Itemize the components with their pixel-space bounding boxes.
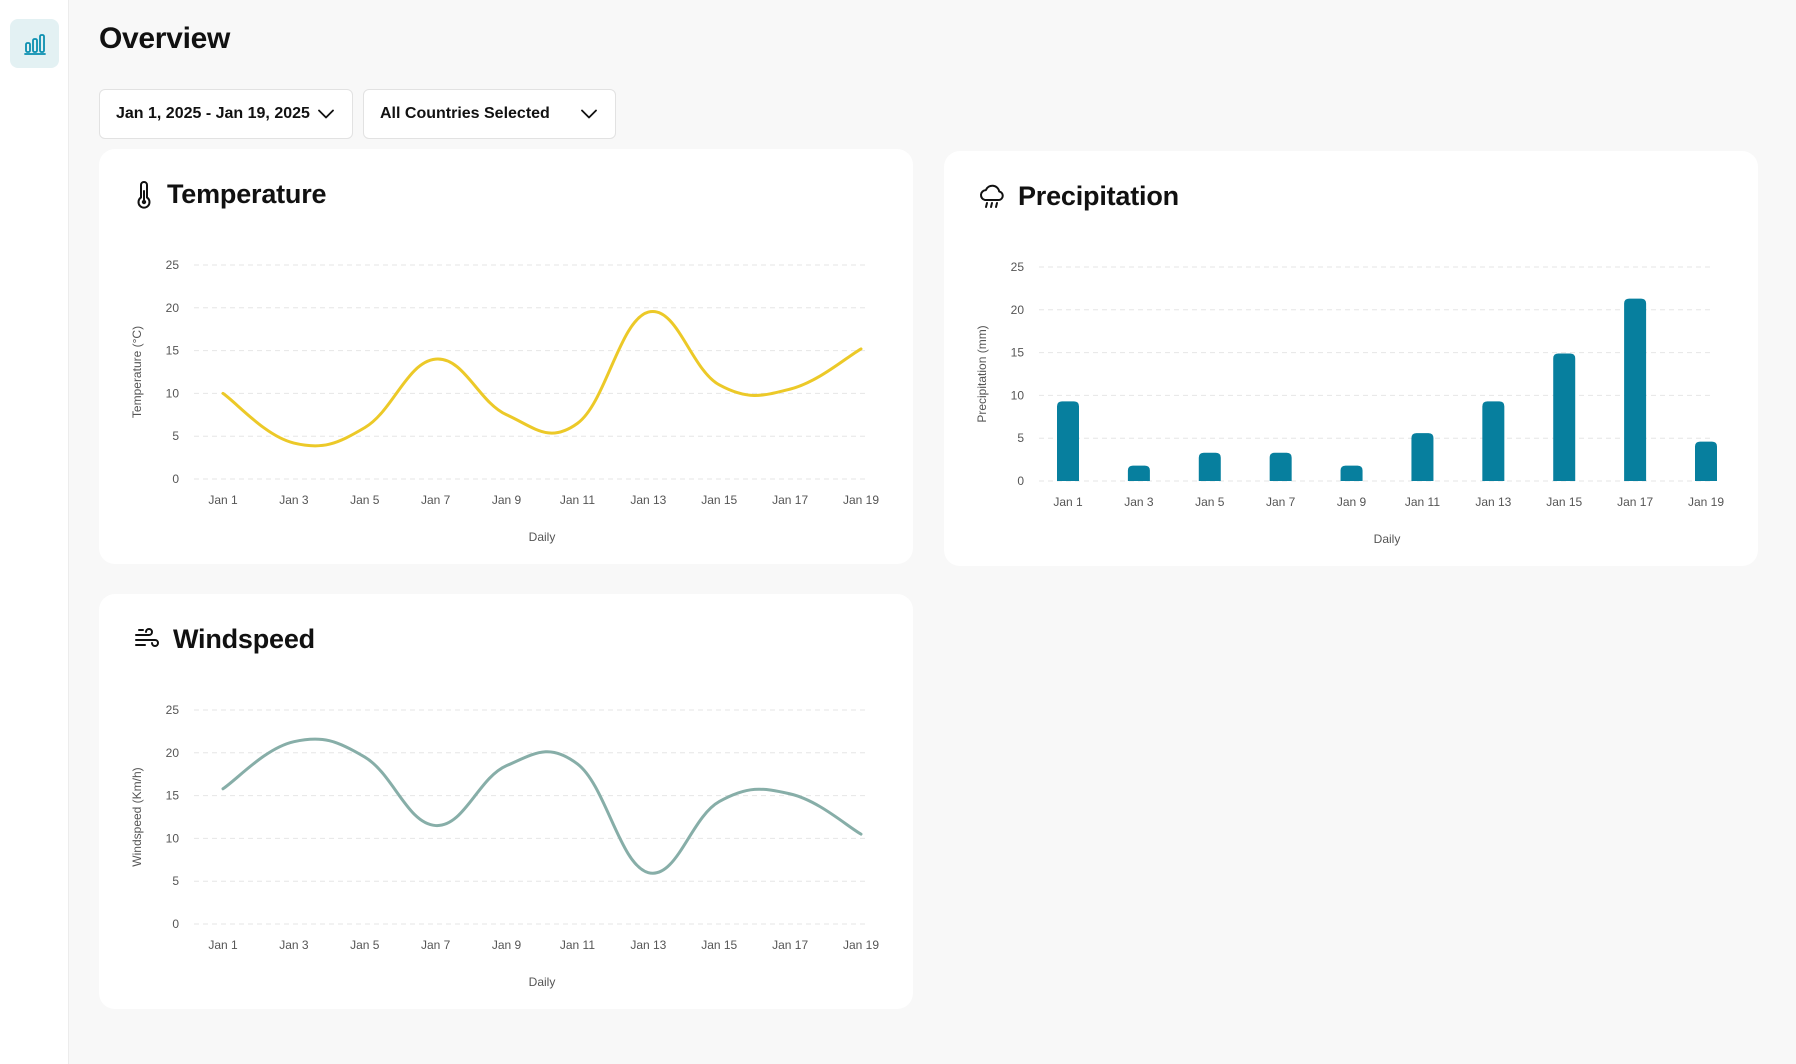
bar [1411, 433, 1434, 481]
bar [1057, 401, 1079, 481]
x-tick-label: Jan 13 [1475, 495, 1511, 509]
y-axis-label: Precipitation (mm) [975, 325, 989, 422]
x-tick-label: Jan 11 [560, 493, 595, 507]
x-tick-label: Jan 7 [1266, 495, 1296, 509]
y-tick-label: 20 [166, 746, 180, 760]
y-tick-label: 15 [166, 789, 180, 803]
x-tick-label: Jan 19 [1688, 495, 1724, 509]
x-tick-label: Jan 1 [208, 938, 238, 952]
y-tick-label: 0 [1017, 474, 1024, 488]
x-tick-label: Jan 3 [1124, 495, 1154, 509]
x-tick-label: Jan 7 [421, 938, 451, 952]
bar [1553, 353, 1576, 481]
x-tick-label: Jan 15 [701, 938, 737, 952]
x-tick-label: Jan 7 [421, 493, 451, 507]
x-axis-label: Daily [529, 975, 556, 989]
y-tick-label: 10 [166, 386, 180, 400]
sidebar [0, 0, 69, 1064]
y-tick-label: 20 [1011, 303, 1025, 317]
y-tick-label: 15 [1011, 346, 1025, 360]
x-tick-label: Jan 17 [772, 493, 808, 507]
bar [1695, 441, 1717, 481]
x-tick-label: Jan 9 [492, 493, 522, 507]
x-tick-label: Jan 3 [279, 493, 309, 507]
y-tick-label: 5 [1017, 431, 1024, 445]
x-tick-label: Jan 13 [630, 493, 666, 507]
date-range-dropdown[interactable]: Jan 1, 2025 - Jan 19, 2025 [99, 89, 353, 139]
country-label: All Countries Selected [380, 105, 550, 122]
x-tick-label: Jan 1 [208, 493, 238, 507]
x-tick-label: Jan 5 [1195, 495, 1225, 509]
y-tick-label: 10 [1011, 388, 1025, 402]
series-line [221, 310, 863, 448]
sidebar-item-overview[interactable] [10, 19, 59, 68]
x-tick-label: Jan 13 [630, 938, 666, 952]
bar [1269, 452, 1292, 481]
x-tick-label: Jan 5 [350, 493, 380, 507]
y-tick-label: 25 [166, 258, 180, 272]
temperature-chart: 0 5 10 15 20 25 Jan 1 Jan 3 Jan 5 Jan 7 Jan 9 Jan 1… [130, 258, 879, 544]
chevron-down-icon [318, 109, 334, 119]
x-tick-label: Jan 15 [1546, 495, 1582, 509]
x-tick-label: Jan 19 [843, 938, 879, 952]
x-tick-label: Jan 3 [279, 938, 309, 952]
windspeed-card: Windspeed 0 5 10 15 20 25 Jan 1 Jan 3 Jan 5 Jan 7… [99, 594, 913, 1009]
chevron-down-icon [581, 109, 597, 119]
windspeed-chart: 0 5 10 15 20 25 Jan 1 Jan 3 Jan 5 Jan 7 Jan 9 Jan 1… [130, 703, 879, 989]
x-tick-label: Jan 17 [772, 938, 808, 952]
y-tick-label: 25 [166, 703, 180, 717]
y-axis-label: Temperature (°C) [130, 326, 144, 418]
y-tick-label: 20 [166, 301, 180, 315]
y-tick-label: 15 [166, 344, 180, 358]
x-axis-label: Daily [1374, 532, 1401, 546]
x-tick-label: Jan 19 [843, 493, 879, 507]
bar [1340, 465, 1363, 481]
country-dropdown[interactable]: All Countries Selected [363, 89, 616, 139]
x-tick-label: Jan 11 [1405, 495, 1440, 509]
bar-chart-icon [23, 33, 46, 55]
bar [1198, 452, 1221, 481]
bar [1127, 465, 1150, 481]
y-axis-label: Windspeed (Km/h) [130, 767, 144, 866]
bar [1624, 298, 1647, 481]
y-tick-label: 0 [172, 917, 179, 931]
date-range-label: Jan 1, 2025 - Jan 19, 2025 [116, 105, 310, 122]
x-tick-label: Jan 9 [1337, 495, 1367, 509]
page-title: Overview [99, 22, 231, 55]
x-tick-label: Jan 5 [350, 938, 380, 952]
series-line [221, 737, 863, 875]
temperature-card: Temperature 0 5 10 15 20 25 Jan 1 Jan 3 Jan 5 Jan… [99, 149, 913, 564]
y-tick-label: 10 [166, 831, 180, 845]
y-tick-label: 5 [172, 429, 179, 443]
x-axis-label: Daily [529, 530, 556, 544]
y-tick-label: 5 [172, 874, 179, 888]
bar [1482, 401, 1505, 481]
x-tick-label: Jan 17 [1617, 495, 1653, 509]
x-tick-label: Jan 15 [701, 493, 737, 507]
precipitation-card: Precipitation 0 5 10 15 20 25 Jan 1 Jan 3 Jan 5J… [944, 151, 1758, 566]
x-tick-label: Jan 9 [492, 938, 522, 952]
precipitation-chart: 0 5 10 15 20 25 Jan 1 Jan 3 Jan 5 Jan 7 Jan 9 Jan 1… [975, 260, 1724, 546]
x-tick-label: Jan 1 [1053, 495, 1083, 509]
x-tick-label: Jan 11 [560, 938, 595, 952]
y-tick-label: 0 [172, 472, 179, 486]
y-tick-label: 25 [1011, 260, 1025, 274]
